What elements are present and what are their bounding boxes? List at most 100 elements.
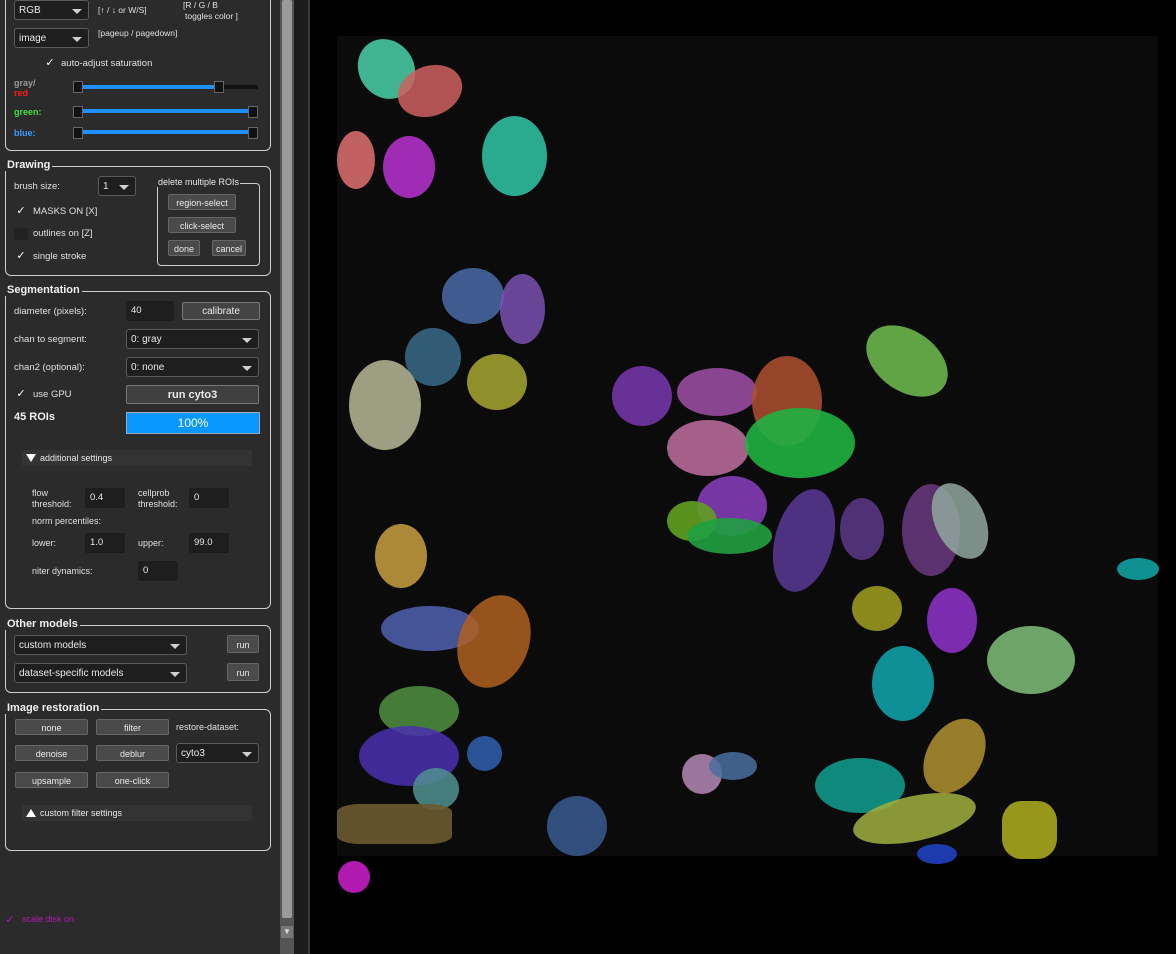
- chan-segment-dropdown[interactable]: 0: gray: [126, 329, 259, 349]
- restore-dataset-dropdown[interactable]: cyto3: [176, 743, 259, 763]
- cell-mask: [1117, 558, 1159, 580]
- triangle-up-icon: [26, 809, 36, 817]
- chevron-down-icon: [242, 338, 252, 343]
- cell-mask: [852, 586, 902, 631]
- chevron-down-icon: [242, 366, 252, 371]
- segmentation-title: Segmentation: [5, 284, 82, 296]
- filter-button[interactable]: filter: [96, 719, 169, 735]
- denoise-button[interactable]: denoise: [15, 745, 88, 761]
- flow-label-2: threshold:: [32, 499, 72, 509]
- chevron-down-icon: [170, 644, 180, 649]
- cell-mask: [910, 707, 999, 805]
- region-select-button[interactable]: region-select: [168, 194, 236, 210]
- drawing-title: Drawing: [5, 159, 53, 171]
- cell-mask: [482, 116, 547, 196]
- cell-mask: [547, 796, 607, 856]
- flow-threshold-input[interactable]: 0.4: [85, 488, 125, 508]
- cell-mask: [762, 482, 846, 599]
- chan2-label: chan2 (optional):: [14, 362, 85, 373]
- use-gpu-checkbox[interactable]: ✓: [15, 388, 27, 400]
- additional-settings-label: additional settings: [40, 453, 113, 463]
- brush-size-dropdown[interactable]: 1: [98, 176, 136, 196]
- scale-disk-checkbox[interactable]: ✓: [4, 914, 16, 926]
- lower-label: lower:: [32, 538, 57, 548]
- brush-size-value: 1: [103, 181, 109, 192]
- other-models-title: Other models: [5, 618, 80, 630]
- calibrate-button[interactable]: calibrate: [182, 302, 260, 320]
- cell-mask: [677, 368, 757, 416]
- outlines-label: outlines on [Z]: [33, 228, 93, 239]
- diameter-input[interactable]: 40: [126, 301, 174, 321]
- delete-rois-title: delete multiple ROIs: [157, 177, 241, 187]
- custom-filter-label: custom filter settings: [40, 808, 123, 818]
- upper-label: upper:: [138, 538, 164, 548]
- diameter-label: diameter (pixels):: [14, 306, 87, 317]
- dataset-models-value: dataset-specific models: [19, 668, 124, 679]
- upper-input[interactable]: 99.0: [189, 533, 229, 553]
- flow-label-1: flow: [32, 488, 49, 498]
- niter-input[interactable]: 0: [138, 561, 178, 581]
- cell-mask: [383, 136, 435, 198]
- cell-mask: [687, 518, 772, 554]
- cell-mask: [467, 354, 527, 410]
- scroll-down-arrow-icon[interactable]: ▼: [281, 926, 293, 938]
- run-cyto3-button[interactable]: run cyto3: [126, 385, 259, 404]
- brush-size-label: brush size:: [14, 181, 60, 192]
- custom-models-dropdown[interactable]: custom models: [14, 635, 187, 655]
- triangle-down-icon: [26, 454, 36, 462]
- cancel-button[interactable]: cancel: [212, 240, 246, 256]
- panel-divider: [294, 0, 308, 954]
- cell-mask: [1002, 801, 1057, 859]
- custom-filter-toggle[interactable]: custom filter settings: [22, 805, 252, 821]
- image-restoration-title: Image restoration: [5, 702, 102, 714]
- single-stroke-checkbox[interactable]: ✓: [15, 250, 27, 262]
- restore-dataset-label: restore-dataset:: [176, 722, 240, 732]
- cell-mask: [852, 310, 962, 412]
- cell-mask: [612, 366, 672, 426]
- click-select-button[interactable]: click-select: [168, 217, 236, 233]
- cell-mask: [872, 646, 934, 721]
- chevron-down-icon: [242, 752, 252, 757]
- scrollbar-thumb[interactable]: [282, 0, 292, 918]
- run-custom-model-button[interactable]: run: [227, 635, 259, 653]
- cellprob-label-2: threshold:: [138, 499, 178, 509]
- custom-models-value: custom models: [19, 640, 87, 651]
- cell-mask: [467, 736, 502, 771]
- cell-mask: [337, 804, 452, 844]
- panel-scrollbar[interactable]: ▼: [280, 0, 294, 954]
- cell-mask: [337, 131, 375, 189]
- cell-mask: [444, 584, 544, 699]
- none-button[interactable]: none: [15, 719, 88, 735]
- view-group: [5, 0, 271, 151]
- outlines-checkbox[interactable]: [14, 228, 28, 240]
- cell-mask: [375, 524, 427, 588]
- progress-text: 100%: [177, 416, 209, 430]
- single-stroke-label: single stroke: [33, 251, 87, 262]
- deblur-button[interactable]: deblur: [96, 745, 169, 761]
- cell-mask: [987, 626, 1075, 694]
- cell-mask: [442, 268, 504, 324]
- scale-disk: [338, 861, 370, 893]
- masks-checkbox[interactable]: ✓: [15, 205, 27, 217]
- cell-mask: [349, 360, 421, 450]
- cellprob-threshold-input[interactable]: 0: [189, 488, 229, 508]
- cell-mask: [500, 274, 545, 344]
- chan2-value: 0: none: [131, 362, 165, 373]
- upsample-button[interactable]: upsample: [15, 772, 88, 788]
- one-click-button[interactable]: one-click: [96, 772, 169, 788]
- restore-dataset-value: cyto3: [181, 748, 205, 759]
- additional-settings-toggle[interactable]: additional settings: [22, 450, 252, 466]
- cell-mask: [667, 420, 749, 476]
- chan-segment-value: 0: gray: [131, 334, 162, 345]
- norm-percentiles-label: norm percentiles:: [32, 516, 102, 526]
- chan2-dropdown[interactable]: 0: none: [126, 357, 259, 377]
- progress-bar: 100%: [126, 412, 260, 434]
- control-panel: RGB [↑ / ↓ or W/S] [R / G / B toggles co…: [0, 0, 280, 954]
- lower-input[interactable]: 1.0: [85, 533, 125, 553]
- niter-label: niter dynamics:: [32, 566, 93, 576]
- image-viewer[interactable]: [337, 27, 1159, 864]
- done-button[interactable]: done: [168, 240, 200, 256]
- run-dataset-model-button[interactable]: run: [227, 663, 259, 681]
- cell-mask: [927, 588, 977, 653]
- dataset-models-dropdown[interactable]: dataset-specific models: [14, 663, 187, 683]
